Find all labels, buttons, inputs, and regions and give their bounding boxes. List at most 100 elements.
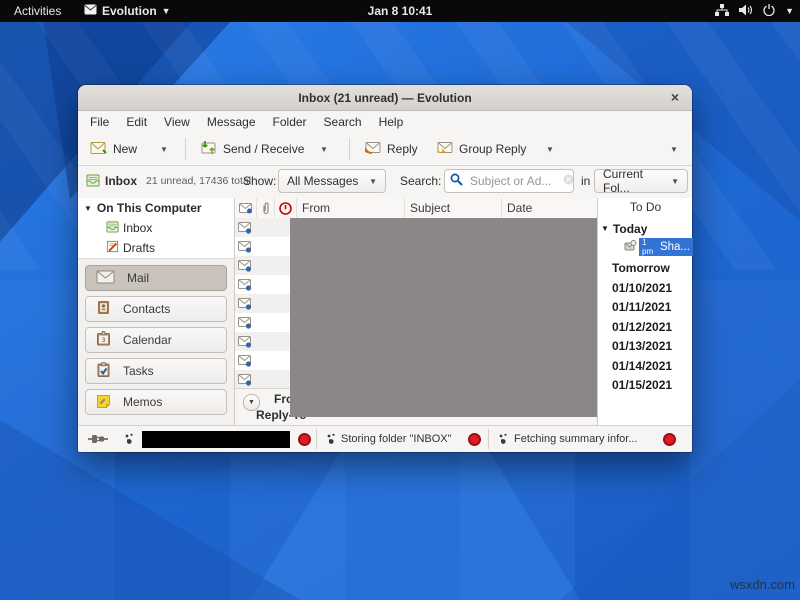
drafts-icon: [106, 240, 119, 256]
new-dropdown[interactable]: ▼: [160, 134, 168, 164]
system-status-area[interactable]: ▼: [715, 0, 794, 22]
new-mail-icon: [90, 141, 107, 158]
toolbar-separator: [349, 138, 350, 160]
menu-edit[interactable]: Edit: [126, 115, 147, 129]
window-title: Inbox (21 unread) — Evolution: [298, 91, 471, 105]
todo-group-date[interactable]: 01/12/2021: [598, 317, 707, 336]
app-menu-button[interactable]: Evolution ▼: [84, 0, 171, 22]
tree-root-on-this-computer[interactable]: ▼ On This Computer: [84, 201, 202, 215]
clock-label: Jan 8 10:41: [368, 4, 433, 18]
component-switcher: Mail Contacts 3 Calendar: [78, 258, 234, 426]
column-subject[interactable]: Subject: [405, 198, 502, 218]
menu-view[interactable]: View: [164, 115, 190, 129]
new-button[interactable]: New: [90, 134, 137, 164]
new-label: New: [113, 142, 137, 156]
menu-message[interactable]: Message: [207, 115, 256, 129]
mail-icon: [96, 270, 115, 287]
window-titlebar[interactable]: Inbox (21 unread) — Evolution ×: [78, 85, 692, 111]
unread-message-icon: [238, 241, 252, 253]
switcher-label: Memos: [123, 395, 162, 409]
search-icon: [450, 173, 463, 189]
send-receive-dropdown[interactable]: ▼: [320, 134, 328, 164]
menu-help[interactable]: Help: [379, 115, 404, 129]
switcher-tasks-button[interactable]: Tasks: [85, 358, 227, 384]
menu-folder[interactable]: Folder: [273, 115, 307, 129]
send-receive-button[interactable]: Send / Receive: [200, 134, 304, 164]
current-folder-indicator: Inbox 21 unread, 17436 total: [86, 165, 251, 197]
sidebar-folder-drafts[interactable]: Drafts: [106, 240, 155, 256]
search-input[interactable]: [468, 173, 558, 189]
group-reply-button[interactable]: Group Reply: [436, 134, 526, 164]
status-separator: [488, 429, 489, 449]
unread-message-icon: [238, 355, 252, 367]
sidebar-folder-inbox[interactable]: Inbox: [106, 220, 152, 236]
column-date[interactable]: Date: [502, 198, 597, 218]
unread-message-icon: [238, 317, 252, 329]
switcher-label: Mail: [127, 271, 149, 285]
todo-event-row[interactable]: 1 pm Sha...: [598, 237, 693, 257]
cancel-task1-button[interactable]: [298, 426, 311, 452]
column-priority[interactable]: [275, 198, 297, 218]
switcher-mail-button[interactable]: Mail: [85, 265, 227, 291]
todo-group-date[interactable]: 01/11/2021: [598, 297, 707, 316]
unread-message-icon: [238, 298, 252, 310]
unread-message-icon: [238, 222, 252, 234]
cancel-task3-button[interactable]: [663, 426, 676, 452]
todo-group-tomorrow[interactable]: Tomorrow: [598, 258, 707, 277]
switcher-memos-button[interactable]: Memos: [85, 389, 227, 415]
switcher-label: Contacts: [123, 302, 170, 316]
status-separator: [316, 429, 317, 449]
message-status-icon: [239, 203, 253, 214]
network-icon: [715, 4, 729, 19]
switcher-calendar-button[interactable]: 3 Calendar: [85, 327, 227, 353]
chevron-down-icon: ▼: [785, 6, 794, 16]
selected-event[interactable]: 1 pm Sha...: [639, 238, 693, 256]
online-status-icon[interactable]: [88, 426, 108, 452]
watermark: wsxdn.com: [730, 577, 795, 592]
todo-panel: To Do ▼ Today 1 pm Sha... Tomorrow 01/10…: [597, 198, 692, 425]
unread-message-icon: [238, 279, 252, 291]
search-box[interactable]: [444, 169, 574, 193]
switcher-contacts-button[interactable]: Contacts: [85, 296, 227, 322]
filter-bar: Inbox 21 unread, 17436 total Show: All M…: [78, 165, 692, 199]
menu-file[interactable]: File: [90, 115, 109, 129]
status-bar: Storing folder "INBOX" Fetching summary …: [78, 425, 692, 452]
todo-group-date[interactable]: 01/13/2021: [598, 336, 707, 355]
show-filter-dropdown[interactable]: All Messages ▼: [278, 169, 386, 193]
todo-group-date[interactable]: 01/10/2021: [598, 278, 707, 297]
send-receive-icon: [200, 140, 217, 158]
search-scope-dropdown[interactable]: Current Fol... ▼: [594, 169, 688, 193]
chevron-down-icon: ▼: [671, 177, 679, 186]
column-attachment[interactable]: [257, 198, 275, 218]
menu-bar: File Edit View Message Folder Search Hel…: [78, 110, 692, 134]
todo-group-date[interactable]: 01/14/2021: [598, 356, 707, 375]
activities-button[interactable]: Activities: [8, 0, 67, 22]
column-status[interactable]: [235, 198, 257, 218]
activity-icon: [124, 426, 134, 452]
contacts-icon: [96, 300, 111, 318]
clear-search-icon[interactable]: [563, 174, 574, 188]
reply-button[interactable]: Reply: [364, 134, 418, 164]
folder-label: Inbox: [123, 221, 152, 235]
activity-icon: [498, 426, 508, 452]
expander-icon[interactable]: ▼: [84, 204, 92, 213]
close-button[interactable]: ×: [666, 88, 684, 106]
chevron-down-icon: ▼: [369, 177, 377, 186]
memos-icon: [96, 393, 111, 411]
event-time: 1 pm: [642, 238, 657, 256]
show-value: All Messages: [287, 174, 358, 188]
unread-message-icon: [238, 260, 252, 272]
cancel-task2-button[interactable]: [468, 426, 481, 452]
toolbar-overflow-dropdown[interactable]: ▼: [670, 134, 678, 164]
expander-icon[interactable]: ▼: [598, 224, 613, 233]
activity-icon: [326, 426, 336, 452]
folder-sidebar: ▼ On This Computer Inbox Drafts: [78, 198, 235, 425]
todo-group-today[interactable]: ▼ Today: [598, 219, 693, 238]
toolbar-separator: [185, 138, 186, 160]
group-reply-dropdown[interactable]: ▼: [546, 134, 554, 164]
calendar-icon: 3: [96, 331, 111, 349]
column-from[interactable]: From: [297, 198, 405, 218]
todo-group-date[interactable]: 01/15/2021: [598, 375, 707, 394]
power-icon: [763, 4, 775, 19]
menu-search[interactable]: Search: [324, 115, 362, 129]
